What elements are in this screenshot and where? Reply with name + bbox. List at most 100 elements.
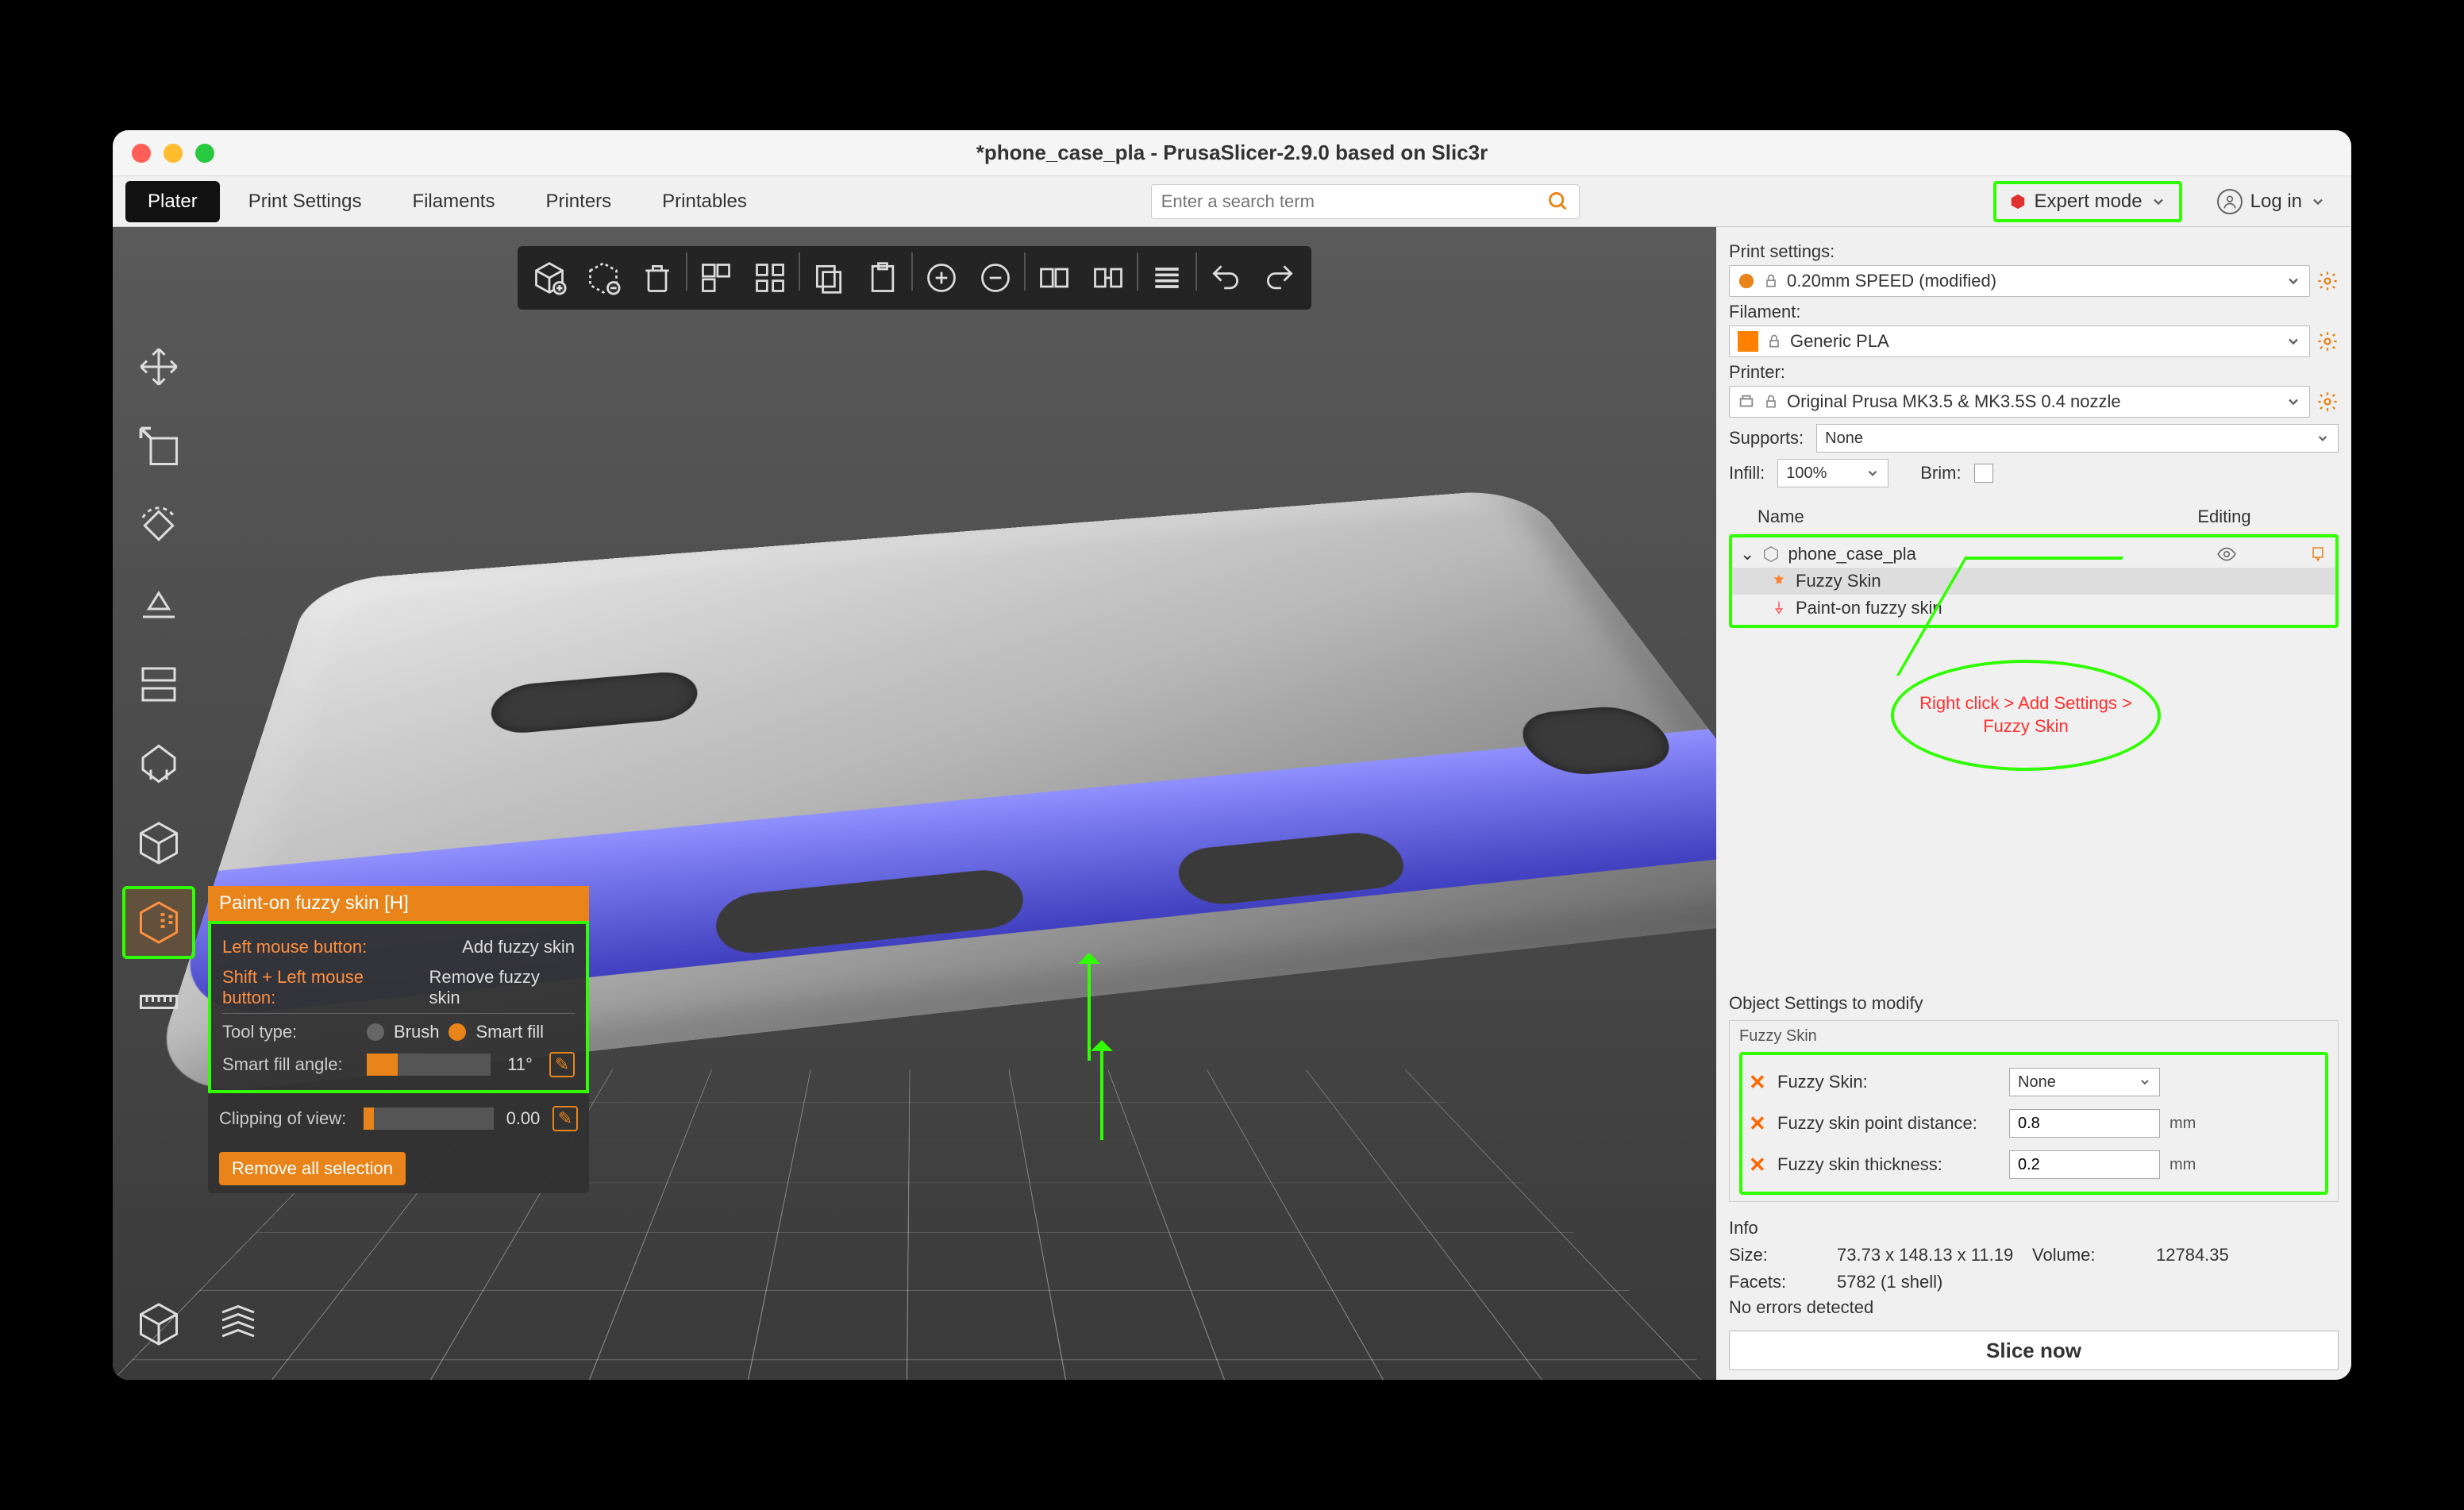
mode-selector[interactable]: Expert mode: [1993, 181, 2182, 222]
angle-slider[interactable]: [367, 1054, 491, 1076]
edit-icon[interactable]: ✎: [549, 1052, 575, 1077]
brim-label: Brim:: [1920, 463, 1961, 483]
infill-select[interactable]: 100%: [1777, 459, 1888, 487]
search-input[interactable]: [1161, 191, 1547, 212]
measure-gizmo[interactable]: [122, 965, 195, 1038]
printer-icon: [1738, 393, 1755, 410]
supports-label: Supports:: [1729, 428, 1804, 449]
tab-filaments[interactable]: Filaments: [390, 181, 517, 222]
chevron-down-icon: [2139, 1076, 2151, 1088]
minimize-window[interactable]: [164, 144, 183, 163]
smartfill-radio[interactable]: [449, 1023, 466, 1041]
infill-label: Infill:: [1729, 463, 1765, 483]
undo-button[interactable]: [1200, 252, 1251, 303]
group-title: Fuzzy Skin: [1739, 1027, 2328, 1046]
expand-icon[interactable]: ⌄: [1740, 544, 1754, 564]
settings-override-icon: [1770, 572, 1788, 590]
search-box[interactable]: [1151, 184, 1580, 219]
split-objects-button[interactable]: [1029, 252, 1080, 303]
filament-select[interactable]: Generic PLA: [1729, 325, 2310, 357]
edit-icon[interactable]: ✎: [552, 1106, 578, 1131]
info-title: Info: [1729, 1218, 2339, 1238]
filament-color-swatch[interactable]: [1738, 331, 1758, 352]
gizmo-toolbar: [122, 330, 195, 1038]
user-icon: [2217, 189, 2243, 214]
supports-select[interactable]: None: [1816, 424, 2339, 453]
printer-select[interactable]: Original Prusa MK3.5 & MK3.5S 0.4 nozzle: [1729, 386, 2310, 418]
titlebar: *phone_case_pla - PrusaSlicer-2.9.0 base…: [113, 130, 2351, 176]
chevron-down-icon: [2285, 273, 2301, 289]
copy-button[interactable]: [803, 252, 854, 303]
variable-layer-button[interactable]: [1142, 252, 1192, 303]
3d-view-button[interactable]: [122, 1288, 195, 1361]
split-parts-button[interactable]: [1083, 252, 1134, 303]
brush-radio[interactable]: [367, 1023, 384, 1041]
tab-printables[interactable]: Printables: [640, 181, 769, 222]
remove-all-button[interactable]: Remove all selection: [219, 1152, 406, 1185]
fuzzy-skin-gizmo[interactable]: [122, 886, 195, 959]
place-on-face-gizmo[interactable]: [122, 568, 195, 641]
view-toolbar: [122, 1288, 275, 1361]
mode-label: Expert mode: [2035, 191, 2143, 213]
shift-lmb-action: Remove fuzzy skin: [429, 967, 575, 1008]
remove-icon[interactable]: ✕: [1749, 1111, 1768, 1136]
3d-viewport[interactable]: Paint-on fuzzy skin [H] Left mouse butto…: [113, 227, 1716, 1380]
volume-label: Volume:: [2032, 1245, 2143, 1265]
facets-value: 5782 (1 shell): [1837, 1272, 2019, 1292]
add-instance-button[interactable]: [916, 252, 967, 303]
arrange-button[interactable]: [691, 252, 741, 303]
extruder-icon[interactable]: [2308, 545, 2327, 564]
eye-icon[interactable]: [2216, 544, 2237, 564]
chevron-down-icon: [2310, 194, 2326, 210]
scale-gizmo[interactable]: [122, 410, 195, 483]
fuzzy-thick-input[interactable]: [2009, 1150, 2160, 1179]
arrange-options-button[interactable]: [745, 252, 795, 303]
tool-type-label: Tool type:: [222, 1022, 357, 1042]
remove-icon[interactable]: ✕: [1749, 1070, 1768, 1095]
clipping-slider[interactable]: [364, 1107, 494, 1130]
move-gizmo[interactable]: [122, 330, 195, 403]
zoom-window[interactable]: [195, 144, 214, 163]
volume-value: 12784.35: [2156, 1245, 2339, 1265]
slice-now-button[interactable]: Slice now: [1729, 1331, 2339, 1370]
chevron-down-icon: [1865, 466, 1880, 480]
fuzzy-skin-panel: Paint-on fuzzy skin [H] Left mouse butto…: [208, 886, 589, 1193]
fuzzy-dist-input[interactable]: [2009, 1109, 2160, 1138]
fuzzy-skin-select[interactable]: None: [2009, 1068, 2160, 1096]
gear-icon[interactable]: [2316, 330, 2339, 352]
lock-icon: [1763, 394, 1779, 410]
chevron-down-icon: [2285, 333, 2301, 349]
angle-label: Smart fill angle:: [222, 1054, 357, 1075]
lock-icon: [1763, 273, 1779, 289]
brim-checkbox[interactable]: [1974, 464, 1993, 483]
tab-printers[interactable]: Printers: [523, 181, 633, 222]
shift-lmb-label: Shift + Left mouse button:: [222, 967, 419, 1008]
seam-gizmo[interactable]: [122, 807, 195, 880]
plater-top-toolbar: [518, 246, 1311, 310]
paste-button[interactable]: [857, 252, 908, 303]
rotate-gizmo[interactable]: [122, 489, 195, 562]
angle-value: 11°: [500, 1054, 540, 1075]
redo-button[interactable]: [1254, 252, 1305, 303]
close-window[interactable]: [132, 144, 151, 163]
fuzzy-thick-label: Fuzzy skin thickness:: [1777, 1154, 2000, 1175]
remove-instance-button[interactable]: [970, 252, 1021, 303]
facets-label: Facets:: [1729, 1272, 1824, 1292]
cut-gizmo[interactable]: [122, 648, 195, 721]
tab-plater[interactable]: Plater: [125, 181, 220, 222]
delete-all-button[interactable]: [632, 252, 683, 303]
gear-icon[interactable]: [2316, 391, 2339, 413]
add-button[interactable]: [524, 252, 575, 303]
preview-button[interactable]: [202, 1288, 275, 1361]
fuzzy-skin-group: Fuzzy Skin ✕ Fuzzy Skin: None ✕ Fuzzy sk…: [1729, 1020, 2339, 1202]
traffic-lights: [132, 144, 214, 163]
fuzzy-skin-value: None: [2018, 1073, 2056, 1092]
login-button[interactable]: Log in: [2204, 183, 2339, 221]
remove-icon[interactable]: ✕: [1749, 1153, 1768, 1177]
delete-button[interactable]: [578, 252, 629, 303]
print-settings-select[interactable]: 0.20mm SPEED (modified): [1729, 265, 2310, 297]
supports-gizmo[interactable]: [122, 727, 195, 800]
gear-icon[interactable]: [2316, 270, 2339, 292]
tab-print-settings[interactable]: Print Settings: [226, 181, 384, 222]
clipping-value: 0.00: [503, 1108, 543, 1129]
